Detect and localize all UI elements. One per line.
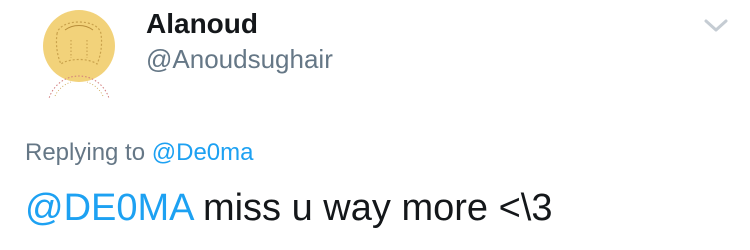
person-avatar-icon bbox=[43, 10, 115, 108]
author-username[interactable]: @Anoudsughair bbox=[146, 43, 333, 75]
author-avatar[interactable] bbox=[25, 0, 133, 108]
tweet-card: Alanoud @Anoudsughair Replying to @De0ma… bbox=[0, 0, 750, 250]
replying-to-line: Replying to @De0ma bbox=[25, 138, 253, 168]
tweet-mention[interactable]: @DE0MA bbox=[25, 187, 192, 229]
chevron-down-icon bbox=[704, 19, 728, 32]
replying-to-mention[interactable]: @De0ma bbox=[152, 139, 254, 166]
more-options-button[interactable] bbox=[702, 16, 730, 36]
author-display-name[interactable]: Alanoud bbox=[146, 7, 258, 41]
tweet-body: miss u way more <\3 bbox=[192, 187, 553, 229]
tweet-text: @DE0MA miss u way more <\3 bbox=[25, 184, 552, 232]
replying-to-label: Replying to bbox=[25, 139, 146, 166]
